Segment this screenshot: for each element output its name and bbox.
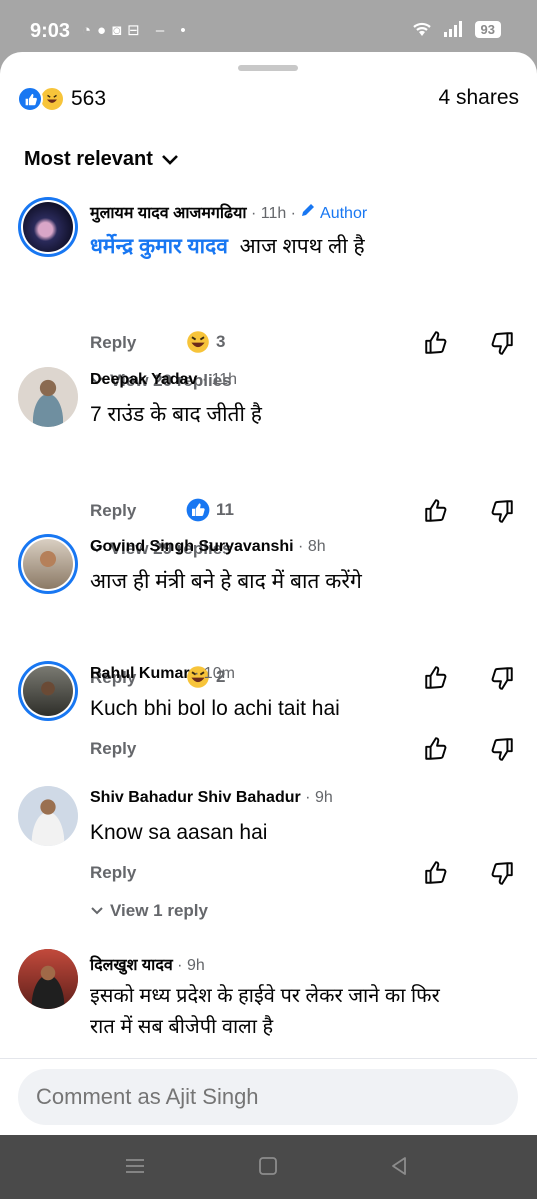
thumbs-down-icon[interactable] <box>489 665 515 691</box>
comment-time: · 11h <box>201 371 238 388</box>
comment-author-row: Deepak Yadav · 11h <box>90 371 237 389</box>
home-icon[interactable] <box>257 1155 279 1177</box>
thumbs-down-icon[interactable] <box>489 330 515 356</box>
avatar[interactable] <box>18 534 78 594</box>
comment-author[interactable]: मुलायम यादव आजमगढिया <box>90 205 247 222</box>
comment-author-row: दिलखुश यादव · 9h <box>90 953 205 975</box>
avatar[interactable] <box>18 367 78 427</box>
wifi-icon <box>412 22 431 36</box>
comment-input[interactable] <box>18 1069 518 1125</box>
clock: 9:03 <box>30 20 71 42</box>
pencil-icon <box>302 204 315 216</box>
chevron-down-icon <box>91 907 103 915</box>
avatar[interactable] <box>18 197 78 257</box>
drag-handle[interactable] <box>238 65 298 71</box>
shares-count[interactable]: 4 shares <box>438 86 519 110</box>
status-bar: 9:03 ◔●◙⊟ – • 93 <box>0 0 537 52</box>
reply-button[interactable]: Reply <box>90 739 136 759</box>
thumbs-down-icon[interactable] <box>489 498 515 524</box>
comment-reaction-count: 11 <box>216 500 234 519</box>
thumbs-up-icon[interactable] <box>423 330 449 356</box>
reaction-summary[interactable]: 563 <box>17 86 106 112</box>
thumbs-up-icon[interactable] <box>423 665 449 691</box>
comment-text: Know sa aasan hai <box>90 821 268 844</box>
comment-time: · 8h <box>298 538 326 555</box>
reply-button[interactable]: Reply <box>90 863 136 883</box>
comment-filter-dropdown[interactable]: Most relevant <box>24 148 179 171</box>
comment-author-row: Shiv Bahadur Shiv Bahadur · 9h <box>90 789 333 807</box>
system-icons: 93 <box>411 20 501 38</box>
comment-time: · 9h <box>177 957 205 974</box>
menu-icon[interactable] <box>124 1155 146 1177</box>
comment-text: Kuch bhi bol lo achi tait hai <box>90 697 340 720</box>
view-replies-label: View 1 reply <box>110 901 208 920</box>
comment-reaction-count: 3 <box>216 332 226 351</box>
system-nav-bar <box>0 1135 537 1199</box>
author-badge-label: Author <box>320 205 368 222</box>
comment-text: इसको मध्य प्रदेश के हाईवे पर लेकर जाने क… <box>90 981 440 1043</box>
comment-author[interactable]: दिलखुश यादव <box>90 957 173 974</box>
comments-sheet: 563 4 shares Most relevant मुलायम यादव आ… <box>0 52 537 1135</box>
reply-button[interactable]: Reply <box>90 333 136 353</box>
comment-time: · 9h <box>305 789 333 806</box>
comment-time: · 11h · <box>250 205 297 222</box>
comment-reactions[interactable]: 3 <box>186 330 225 354</box>
comment-text: 7 राउंड के बाद जीती है <box>90 403 262 426</box>
signal-icon <box>443 21 462 37</box>
notification-icons: ◔●◙⊟ – • <box>82 22 192 39</box>
avatar[interactable] <box>18 786 78 846</box>
thumbs-up-icon[interactable] <box>423 736 449 762</box>
thumbs-down-icon[interactable] <box>489 736 515 762</box>
mention-link[interactable]: धर्मेन्द्र कुमार यादव <box>90 235 228 258</box>
comment-text: आज ही मंत्री बने हे बाद में बात करेंगे <box>90 570 362 593</box>
chevron-down-icon <box>162 154 178 165</box>
avatar[interactable] <box>18 661 78 721</box>
reaction-count: 563 <box>71 87 107 110</box>
comment-author[interactable]: Govind Singh Suryavanshi <box>90 538 294 555</box>
filter-label: Most relevant <box>24 148 153 170</box>
comment-author[interactable]: Rahul Kumar <box>90 665 190 682</box>
comment-author[interactable]: Shiv Bahadur Shiv Bahadur <box>90 789 301 806</box>
comment-reactions[interactable]: 11 <box>186 498 234 522</box>
author-badge: Author <box>300 204 368 222</box>
like-reaction-icon <box>17 86 43 112</box>
like-reaction-icon <box>186 498 210 522</box>
comment-text: धर्मेन्द्र कुमार यादव आज शपथ ली है <box>90 231 365 262</box>
comment-composer <box>0 1058 537 1135</box>
comment-text-line: रात में सब बीजेपी वाला है <box>90 1016 274 1038</box>
comment-time: · 10m <box>194 665 235 682</box>
comment-author-row: मुलायम यादव आजमगढिया · 11h · Author <box>90 201 367 223</box>
comment-body: आज शपथ ली है <box>239 235 365 258</box>
battery-indicator: 93 <box>474 20 501 38</box>
view-replies-button[interactable]: View 1 reply <box>90 901 208 921</box>
comment-author-row: Govind Singh Suryavanshi · 8h <box>90 538 326 556</box>
thumbs-up-icon[interactable] <box>423 498 449 524</box>
comment-author-row: Rahul Kumar · 10m <box>90 665 235 683</box>
back-icon[interactable] <box>388 1155 410 1177</box>
reply-button[interactable]: Reply <box>90 501 136 521</box>
comment-author[interactable]: Deepak Yadav <box>90 371 197 388</box>
comment-text-line: इसको मध्य प्रदेश के हाईवे पर लेकर जाने क… <box>90 985 440 1007</box>
avatar[interactable] <box>18 949 78 1009</box>
thumbs-up-icon[interactable] <box>423 860 449 886</box>
thumbs-down-icon[interactable] <box>489 860 515 886</box>
haha-reaction-icon <box>187 331 209 353</box>
